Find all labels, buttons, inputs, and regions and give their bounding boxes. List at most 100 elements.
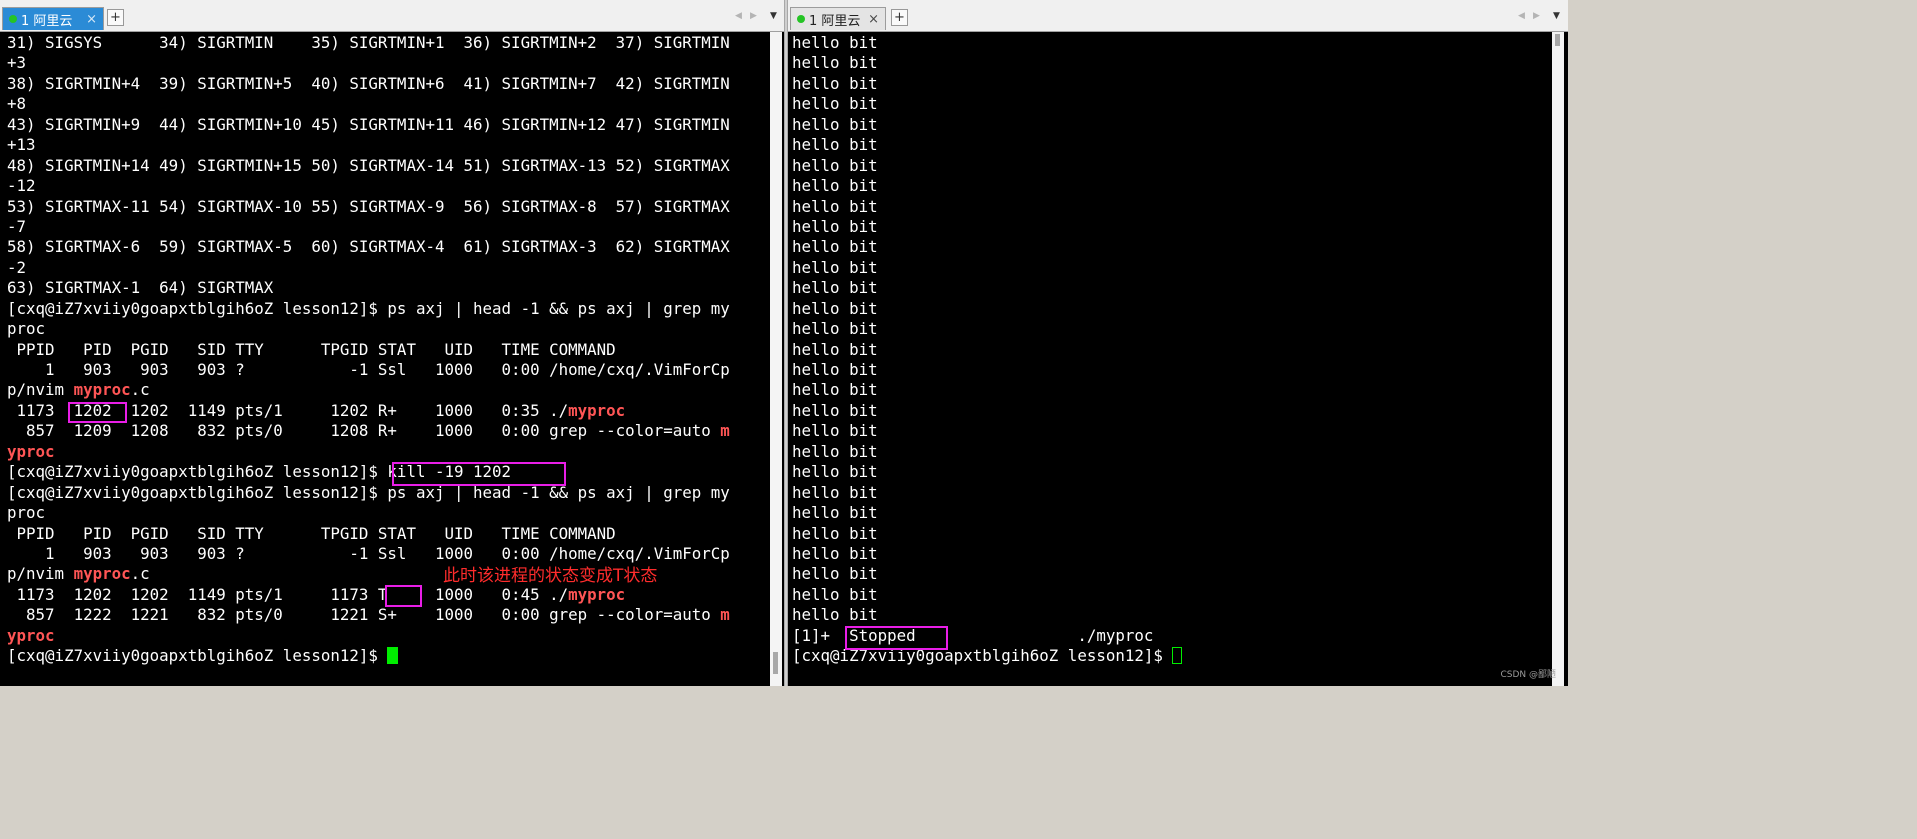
terminal-line: hello bit: [792, 135, 1182, 155]
terminal-line: hello bit: [792, 299, 1182, 319]
tab-aliyun-left[interactable]: 1 阿里云 ×: [2, 7, 104, 30]
terminal-text: proc: [7, 319, 46, 339]
new-tab-button[interactable]: +: [107, 9, 124, 26]
terminal-line: hello bit: [792, 605, 1182, 625]
terminal-text: 63) SIGRTMAX-1 64) SIGRTMAX: [7, 278, 274, 298]
tab-title: 1 阿里云: [809, 13, 861, 29]
terminal-text: hello bit: [792, 523, 878, 543]
terminal-line: hello bit: [792, 421, 1182, 441]
terminal-line: PPID PID PGID SID TTY TPGID STAT UID TIM…: [7, 524, 730, 544]
terminal-line: -7: [7, 217, 730, 237]
terminal-text: hello bit: [792, 53, 878, 73]
terminal-text: hello bit: [792, 196, 878, 216]
terminal-line: 63) SIGRTMAX-1 64) SIGRTMAX: [7, 278, 730, 298]
tab-scroll-left-icon[interactable]: ◀: [1518, 11, 1525, 21]
terminal-text: hello bit: [792, 584, 878, 604]
terminal-text: 1173 1202 1202 1149 pts/1 1173 T 1000 0:…: [7, 584, 569, 604]
tab-scroll-right-icon[interactable]: ▶: [750, 11, 757, 21]
terminal-line: hello bit: [792, 462, 1182, 482]
terminal-text: hello bit: [792, 421, 878, 441]
terminal-text: hello bit: [792, 339, 878, 359]
left-scrollbar[interactable]: [770, 32, 782, 686]
terminal-text: hello bit: [792, 278, 878, 298]
terminal-text: p/nvim: [7, 564, 74, 584]
terminal-text: 43) SIGRTMIN+9 44) SIGRTMIN+10 45) SIGRT…: [7, 114, 730, 134]
terminal-text: PPID PID PGID SID TTY TPGID STAT UID TIM…: [7, 339, 616, 359]
terminal-line: yproc: [7, 626, 730, 646]
terminal-line: hello bit: [792, 401, 1182, 421]
terminal-line: hello bit: [792, 53, 1182, 73]
terminal-line: hello bit: [792, 217, 1182, 237]
terminal-line: hello bit: [792, 360, 1182, 380]
right-scrollbar[interactable]: [1552, 32, 1564, 686]
watermark: CSDN @鄙陋: [1500, 670, 1556, 680]
terminal-text: hello bit: [792, 441, 878, 461]
terminal-line: proc: [7, 319, 730, 339]
terminal-text: -7: [7, 216, 27, 236]
terminal-text: -12: [7, 176, 36, 196]
tab-list-dropdown-icon[interactable]: ▼: [770, 11, 777, 21]
terminal-line: p/nvim myproc.c: [7, 380, 730, 400]
terminal-cursor: [387, 647, 399, 665]
left-terminal-pane[interactable]: 1 阿里云 × + ◀ ▶ ▼ 31) SIGSYS 34) SIGRTMIN …: [0, 0, 784, 686]
terminal-line: hello bit: [792, 340, 1182, 360]
tab-list-dropdown-icon[interactable]: ▼: [1553, 11, 1560, 21]
terminal-line: proc: [7, 503, 730, 523]
terminal-line: hello bit: [792, 115, 1182, 135]
terminal-line: hello bit: [792, 319, 1182, 339]
terminal-text: 1 903 903 903 ? -1 Ssl 1000 0:00 /home/c…: [7, 360, 730, 379]
left-scroll-thumb[interactable]: [773, 652, 778, 674]
terminal-text: hello bit: [792, 605, 878, 625]
terminal-text: hello bit: [792, 33, 878, 52]
terminal-line: 1 903 903 903 ? -1 Ssl 1000 0:00 /home/c…: [7, 360, 730, 380]
terminal-line: hello bit: [792, 503, 1182, 523]
tab-scroll-left-icon[interactable]: ◀: [735, 11, 742, 21]
terminal-line: hello bit: [792, 176, 1182, 196]
terminal-text: hello bit: [792, 319, 878, 339]
highlighted-text: yproc: [7, 441, 55, 461]
terminal-line: [cxq@iZ7xviiy0goapxtblgih6oZ lesson12]$ …: [7, 483, 730, 503]
terminal-line: hello bit: [792, 94, 1182, 114]
terminal-line: +3: [7, 53, 730, 73]
terminal-text: .c: [130, 380, 150, 400]
pid-highlight-box: [68, 402, 127, 423]
terminal-line: 48) SIGRTMIN+14 49) SIGRTMIN+15 50) SIGR…: [7, 156, 730, 176]
right-scroll-thumb[interactable]: [1555, 34, 1560, 46]
tab-aliyun-right[interactable]: 1 阿里云 ×: [790, 7, 886, 30]
terminal-text: hello bit: [792, 400, 878, 420]
right-terminal-pane[interactable]: 1 阿里云 × + ◀ ▶ ▼ hello bit hello bit hello …: [788, 0, 1568, 686]
tab-scroll-right-icon[interactable]: ▶: [1533, 11, 1540, 21]
terminal-line: hello bit: [792, 380, 1182, 400]
terminal-text: hello bit: [792, 135, 878, 155]
terminal-text: 53) SIGRTMAX-11 54) SIGRTMAX-10 55) SIGR…: [7, 196, 730, 216]
terminal-text: hello bit: [792, 503, 878, 523]
new-tab-button[interactable]: +: [891, 9, 908, 26]
terminal-line: 38) SIGRTMIN+4 39) SIGRTMIN+5 40) SIGRTM…: [7, 74, 730, 94]
terminal-line: hello bit: [792, 33, 1182, 53]
terminal-line: 53) SIGRTMAX-11 54) SIGRTMAX-10 55) SIGR…: [7, 197, 730, 217]
terminal-line: -2: [7, 258, 730, 278]
right-terminal-output[interactable]: hello bit hello bit hello bit hello bit hell…: [792, 33, 1183, 667]
close-tab-icon[interactable]: ×: [868, 12, 879, 27]
terminal-line: +13: [7, 135, 730, 155]
terminal-text: PPID PID PGID SID TTY TPGID STAT UID TIM…: [7, 523, 616, 543]
terminal-text: hello bit: [792, 380, 878, 400]
terminal-text: hello bit: [792, 564, 878, 584]
close-tab-icon[interactable]: ×: [86, 12, 97, 27]
terminal-text: hello bit: [792, 94, 878, 114]
terminal-line: hello bit: [792, 564, 1182, 584]
terminal-text: hello bit: [792, 360, 878, 379]
terminal-text: +13: [7, 135, 36, 155]
terminal-line: [cxq@iZ7xviiy0goapxtblgih6oZ lesson12]$: [7, 646, 730, 666]
terminal-text: p/nvim: [7, 380, 74, 400]
terminal-text: 31) SIGSYS 34) SIGRTMIN 35) SIGRTMIN+1 3…: [7, 33, 730, 52]
terminal-text: hello bit: [792, 237, 878, 257]
terminal-line: hello bit: [792, 258, 1182, 278]
terminal-line: hello bit: [792, 197, 1182, 217]
terminal-text: proc: [7, 503, 46, 523]
terminal-line: hello bit: [792, 74, 1182, 94]
right-tab-bar: 1 阿里云 × + ◀ ▶ ▼: [788, 0, 1568, 32]
terminal-text: hello bit: [792, 462, 878, 482]
highlighted-text: m: [720, 605, 730, 625]
terminal-line: hello bit: [792, 278, 1182, 298]
